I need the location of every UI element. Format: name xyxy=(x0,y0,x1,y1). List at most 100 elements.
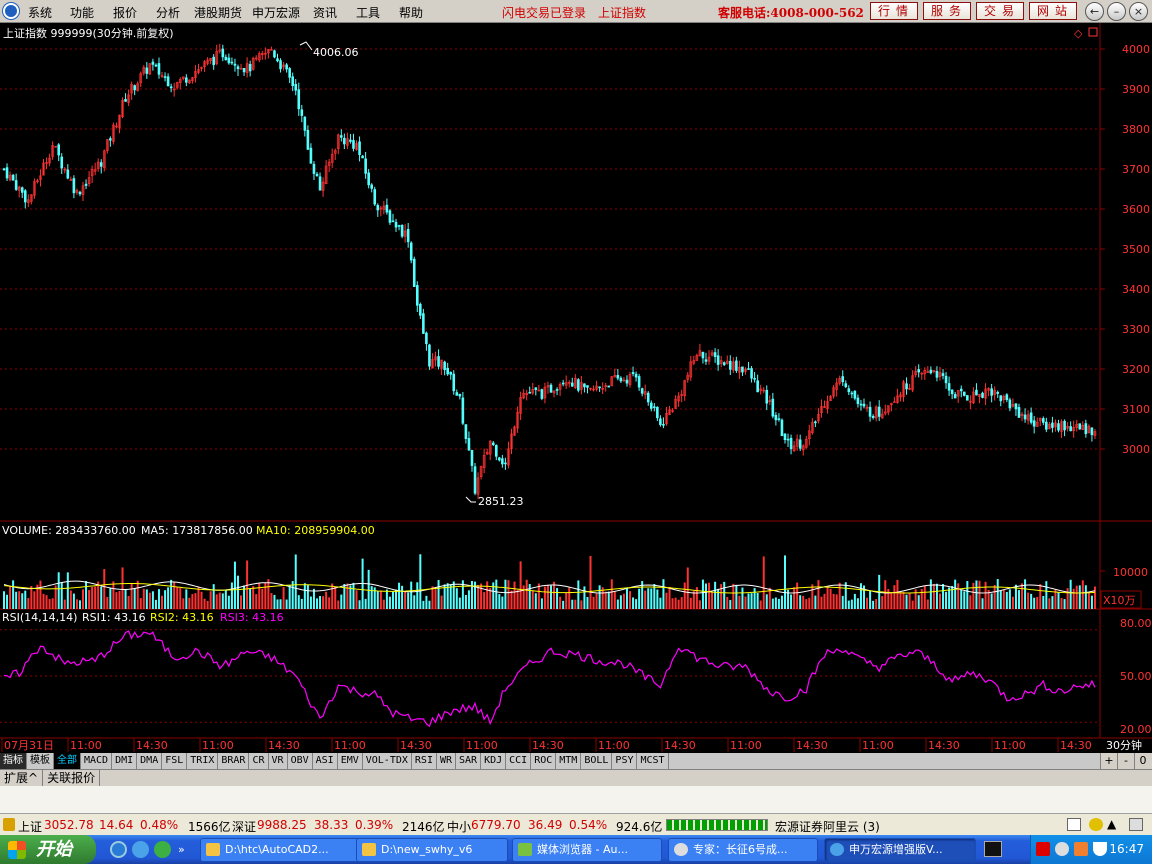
candle-body xyxy=(631,372,635,374)
menu-system[interactable]: 系统 xyxy=(28,4,52,21)
candle-body xyxy=(5,167,9,179)
volume-bar xyxy=(483,592,486,609)
volume-bar xyxy=(935,583,938,609)
app-logo-icon[interactable] xyxy=(3,3,19,19)
time-tick-label: 14:30 xyxy=(664,739,696,752)
menu-help[interactable]: 帮助 xyxy=(399,4,423,21)
chart-area[interactable]: 3000 3100 3200 3300 3400 3500 3600 3700 3800 3900… xyxy=(0,23,1152,769)
price-tick-label: 3100 xyxy=(1122,403,1150,416)
market-button[interactable]: 行情 xyxy=(870,2,918,20)
zoom-reset-button[interactable]: 0 xyxy=(1134,753,1151,769)
indicator-tab-trix[interactable]: TRIX xyxy=(187,753,219,769)
trade-button[interactable]: 交易 xyxy=(976,2,1024,20)
volume-bar xyxy=(428,600,431,609)
indicator-tab-cci[interactable]: CCI xyxy=(506,753,532,769)
indicator-tab-templates[interactable]: 模板 xyxy=(27,753,54,769)
indicator-tab-cr[interactable]: CR xyxy=(249,753,269,769)
indicator-tab-emv[interactable]: EMV xyxy=(338,753,363,769)
candle-body xyxy=(1090,427,1094,436)
indicator-tab-dma[interactable]: DMA xyxy=(137,753,163,769)
indicator-tab-mcst[interactable]: MCST xyxy=(637,753,669,769)
volume-bar xyxy=(452,581,455,609)
ie-icon[interactable] xyxy=(110,841,127,858)
indicator-tab-indicators[interactable]: 指标 xyxy=(0,753,27,769)
volume-bar xyxy=(1081,580,1084,609)
volume-bar xyxy=(872,600,875,609)
keyboard-icon[interactable] xyxy=(984,841,1002,857)
task-autocad-folder[interactable]: D:\htc\AutoCAD2... xyxy=(200,838,364,862)
network-icon[interactable] xyxy=(1055,842,1069,856)
menu-quote[interactable]: 报价 xyxy=(113,4,137,21)
tray-app-icon[interactable] xyxy=(1074,842,1088,856)
alert-icon[interactable] xyxy=(1089,818,1103,831)
indicator-tab-asi[interactable]: ASI xyxy=(313,753,338,769)
indicator-tab-wr[interactable]: WR xyxy=(437,753,457,769)
indicator-tab-all[interactable]: 全部 xyxy=(54,753,81,769)
shield-icon[interactable] xyxy=(1093,842,1107,856)
volume-bar xyxy=(182,598,185,609)
task-swhy-app[interactable]: 申万宏源增强版V... xyxy=(824,838,976,862)
signal-icon[interactable]: ▲ xyxy=(1107,817,1116,831)
volume-bar xyxy=(720,584,723,609)
indicator-tab-kdj[interactable]: KDJ xyxy=(481,753,507,769)
candle-body xyxy=(340,135,343,138)
menu-news[interactable]: 资讯 xyxy=(313,4,337,21)
task-swhy-folder[interactable]: D:\new_swhy_v6 xyxy=(356,838,508,862)
service-button[interactable]: 服务 xyxy=(923,2,971,20)
task-news-window[interactable]: 专家：长征6号成... xyxy=(668,838,818,862)
minimize-icon[interactable]: – xyxy=(1107,2,1126,21)
window-icon[interactable] xyxy=(1067,818,1081,831)
menu-analysis[interactable]: 分析 xyxy=(156,4,180,21)
candle-body xyxy=(1057,423,1060,431)
kline-chart[interactable]: 3000 3100 3200 3300 3400 3500 3600 3700 3800 3900… xyxy=(0,23,1152,753)
expand-tab[interactable]: 扩展^ xyxy=(0,770,44,786)
volume-bar xyxy=(1027,592,1030,609)
indicator-tab-brar[interactable]: BRAR xyxy=(218,753,250,769)
browser-icon[interactable] xyxy=(154,841,171,858)
settings-icon[interactable] xyxy=(1129,818,1143,831)
related-quotes-tab[interactable]: 关联报价 xyxy=(43,770,101,786)
indicator-tab-vol-tdx[interactable]: VOL-TDX xyxy=(363,753,412,769)
candle-body xyxy=(315,173,319,177)
indicator-tab-rsi[interactable]: RSI xyxy=(412,753,437,769)
volume-bar xyxy=(680,597,683,609)
candle-body xyxy=(981,392,984,398)
quicklaunch-icon[interactable] xyxy=(132,841,149,858)
indicator-tab-roc[interactable]: ROC xyxy=(531,753,557,769)
close-icon[interactable]: × xyxy=(1129,2,1148,21)
indicator-tab-mtm[interactable]: MTM xyxy=(556,753,582,769)
task-media-browser[interactable]: 媒体浏览器 - Au... xyxy=(512,838,662,862)
zoom-in-button[interactable]: + xyxy=(1100,753,1117,769)
start-button[interactable]: 开始 xyxy=(0,835,96,864)
indicator-tab-sar[interactable]: SAR xyxy=(456,753,482,769)
volume-bar xyxy=(708,582,711,609)
back-icon[interactable]: ← xyxy=(1085,2,1104,21)
server-name[interactable]: 宏源证券阿里云 (3) xyxy=(775,818,880,835)
indicator-tab-vr[interactable]: VR xyxy=(269,753,288,769)
time-tick-label: 11:00 xyxy=(334,739,366,752)
indicator-tab-fsl[interactable]: FSL xyxy=(162,753,188,769)
candle-body xyxy=(528,392,532,394)
menu-swhy[interactable]: 申万宏源 xyxy=(252,4,300,21)
menu-hk-futures[interactable]: 港股期货 xyxy=(194,4,242,21)
candle-body xyxy=(1014,403,1018,410)
menu-tools[interactable]: 工具 xyxy=(356,4,380,21)
indicator-tab-dmi[interactable]: DMI xyxy=(112,753,138,769)
expand-quicklaunch-icon[interactable]: » xyxy=(178,843,185,856)
indicator-tab-psy[interactable]: PSY xyxy=(612,753,638,769)
zoom-out-button[interactable]: - xyxy=(1117,753,1134,769)
candle-body xyxy=(753,377,756,380)
period-label[interactable]: 30分钟 xyxy=(1106,738,1142,752)
candle-body xyxy=(534,387,538,390)
lock-icon[interactable] xyxy=(3,818,15,831)
website-button[interactable]: 网站 xyxy=(1029,2,1077,20)
candle-body xyxy=(549,384,553,393)
candle-body xyxy=(124,98,127,102)
menu-function[interactable]: 功能 xyxy=(70,4,94,21)
indicator-tab-boll[interactable]: BOLL xyxy=(581,753,613,769)
candle-body xyxy=(309,147,313,164)
indicator-tab-macd[interactable]: MACD xyxy=(81,753,113,769)
volume-bar xyxy=(495,579,498,609)
indicator-tab-obv[interactable]: OBV xyxy=(288,753,313,769)
antivirus-icon[interactable] xyxy=(1036,842,1050,856)
